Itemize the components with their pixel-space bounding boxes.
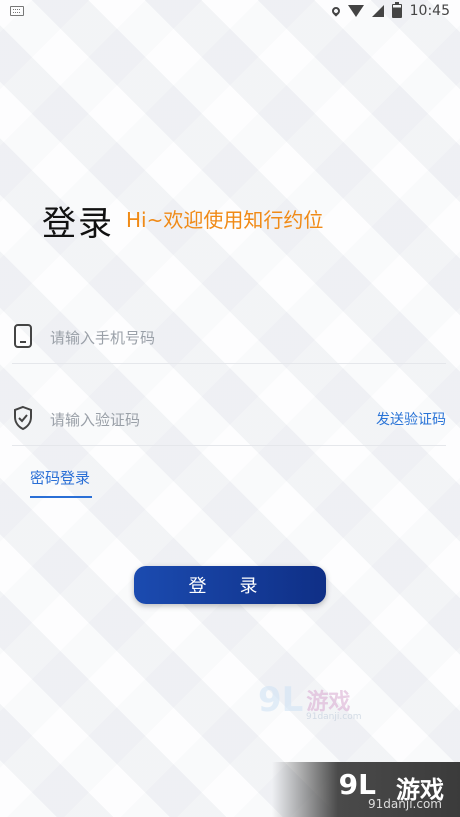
- signal-icon: [371, 5, 384, 17]
- page-title: 登录: [42, 204, 114, 244]
- welcome-subtitle: Hi~欢迎使用知行约位: [126, 208, 324, 232]
- watermark-brand: 9L: [258, 680, 304, 720]
- status-icons: 10:45: [329, 2, 450, 19]
- password-login-tab[interactable]: 密码登录: [30, 467, 90, 488]
- watermark-center: 9L 游戏 91danji.com: [258, 680, 361, 722]
- login-screen: 10:45 登录 Hi~欢迎使用知行约位 请输入手机号码 请输入验证码 发送验证…: [0, 0, 460, 817]
- login-button[interactable]: 登 录: [134, 566, 326, 604]
- phone-icon: [14, 324, 32, 348]
- location-icon: [329, 5, 342, 17]
- keyboard-icon: [10, 6, 24, 16]
- wifi-icon: [347, 5, 364, 17]
- code-field[interactable]: 请输入验证码 发送验证码: [12, 387, 446, 446]
- code-input-placeholder[interactable]: 请输入验证码: [50, 409, 140, 430]
- send-code-button[interactable]: 发送验证码: [376, 409, 446, 429]
- status-time: 10:45: [409, 3, 450, 19]
- battery-icon: [391, 2, 402, 18]
- watermark-corner-url: 91danji.com: [368, 797, 442, 811]
- password-login-underline: [30, 496, 92, 498]
- phone-field[interactable]: 请输入手机号码: [12, 305, 446, 364]
- watermark-corner: 9L 游戏 91danji.com: [272, 762, 460, 817]
- shield-check-icon: [14, 405, 32, 431]
- phone-input-placeholder[interactable]: 请输入手机号码: [50, 327, 155, 348]
- watermark-url: 91danji.com: [306, 712, 362, 722]
- status-bar: 10:45: [0, 0, 460, 24]
